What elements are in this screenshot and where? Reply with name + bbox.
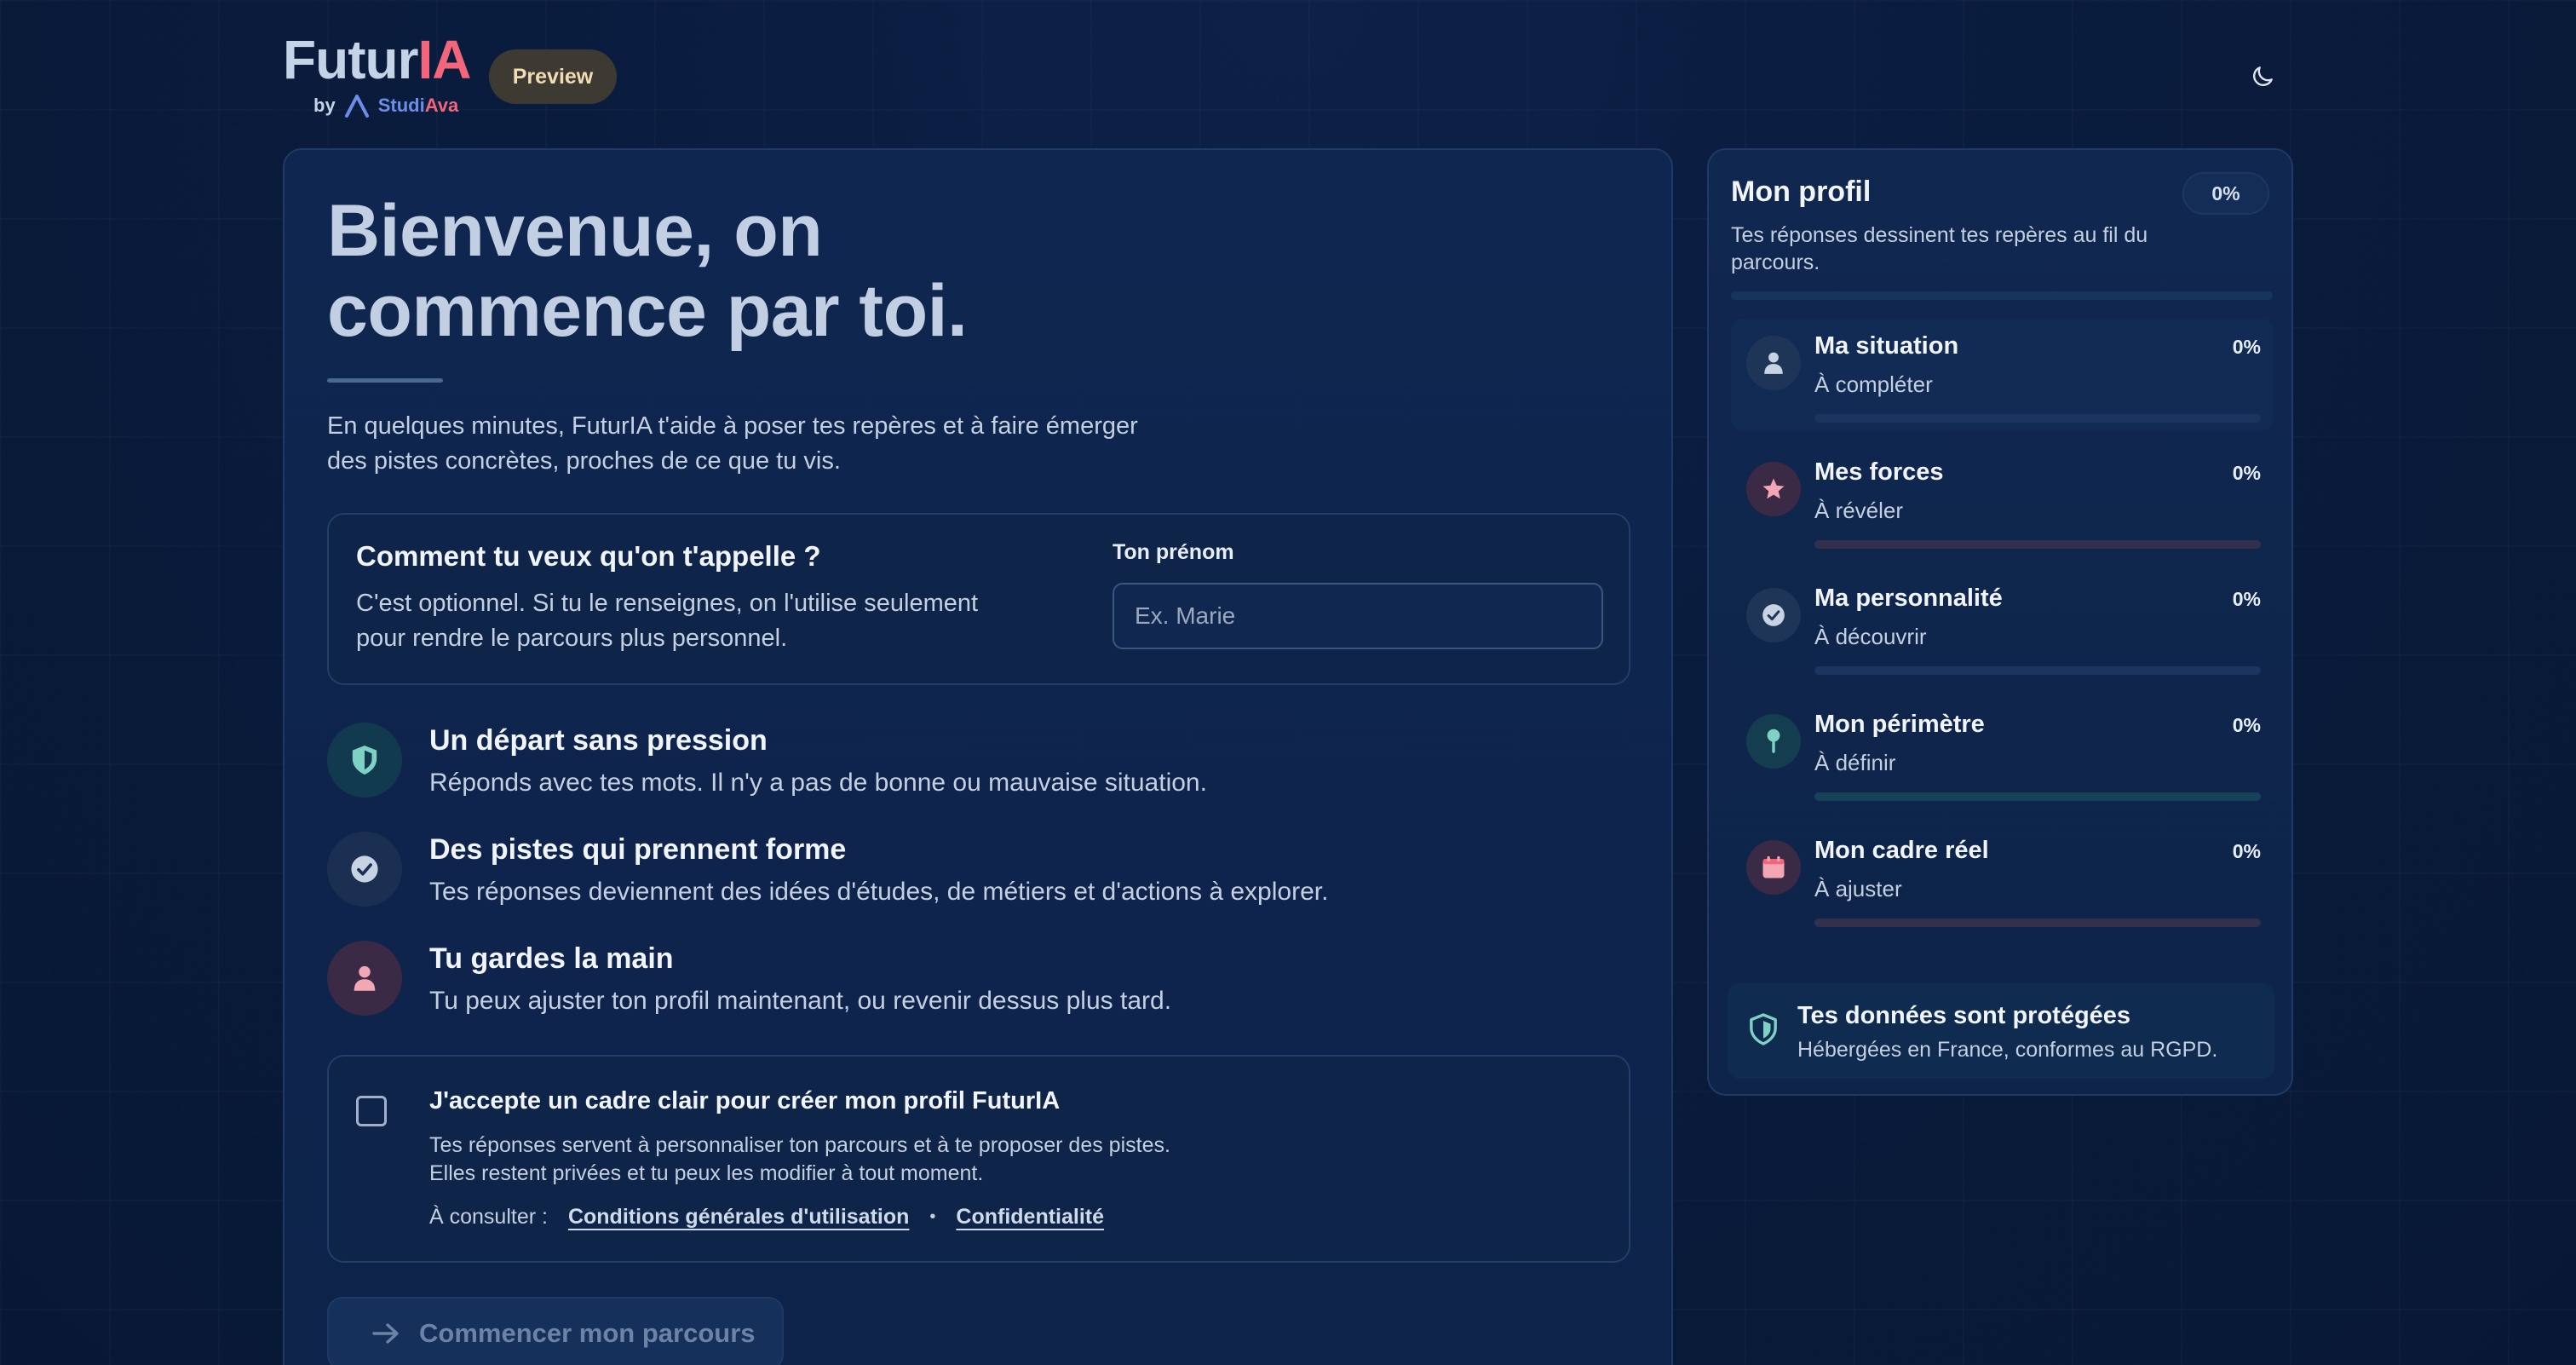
location-pin-icon [1746,714,1801,769]
feature-ideas: Des pistes qui prennent forme Tes répons… [327,832,1520,910]
user-icon [327,941,402,1016]
logo-text-ia: IA [417,29,472,90]
studiava-logo-icon [344,95,369,118]
star-icon [1746,462,1801,516]
futuria-logo[interactable]: FuturIA by StudiAva [283,29,472,118]
consent-section: J'accepte un cadre clair pour créer mon … [327,1055,1630,1263]
check-circle-icon [1746,588,1801,642]
profile-item-percent: 0% [2232,336,2261,358]
profile-overall-progress [1731,291,2273,300]
shield-icon [327,723,402,798]
name-section: Comment tu veux qu'on t'appelle ? C'est … [327,513,1630,685]
check-circle-icon [327,832,402,907]
profile-overall-percent: 0% [2182,172,2269,215]
first-name-input[interactable] [1113,583,1603,649]
user-icon [1746,336,1801,390]
profile-item-percent: 0% [2232,840,2261,862]
profile-item-personality[interactable]: Ma personnalité À découvrir 0% [1731,571,2273,683]
profile-item-progress [1814,414,2261,423]
profile-item-progress [1814,919,2261,927]
link-separator: • [929,1207,936,1226]
hero-subtitle: En quelques minutes, FuturIA t'aide à po… [327,412,1138,475]
profile-item-perimeter[interactable]: Mon périmètre À définir 0% [1731,697,2273,809]
data-protection-notice: Tes données sont protégées Hébergées en … [1728,983,2274,1079]
name-description: C'est optionnel. Si tu le renseignes, on… [356,590,979,652]
profile-subtitle: Tes réponses dessinent tes repères au fi… [1731,223,2148,274]
profile-item-percent: 0% [2232,462,2261,484]
profile-item-progress [1814,540,2261,549]
consent-links: À consulter : Conditions générales d'uti… [429,1205,1104,1230]
profile-item-title: Ma situation [1814,332,1959,360]
preview-badge: Preview [489,49,617,104]
moon-icon [2253,66,2273,86]
consent-title: J'accepte un cadre clair pour créer mon … [429,1087,1061,1114]
consent-text: Tes réponses servent à personnaliser ton… [429,1133,1170,1185]
profile-item-progress [1814,792,2261,801]
profile-item-percent: 0% [2232,588,2261,610]
profile-title: Mon profil [1731,176,1872,208]
logo-byline: by StudiAva [313,94,458,118]
feature-title: Tu gardes la main [429,942,674,975]
title-divider [327,378,443,383]
profile-item-status: À ajuster [1814,876,1902,901]
profile-item-percent: 0% [2232,714,2261,736]
links-prefix: À consulter : [429,1205,548,1229]
feature-no-pressure: Un départ sans pression Réponds avec tes… [327,723,1520,801]
profile-item-status: À compléter [1814,371,1933,397]
data-notice-text: Hébergées en France, conformes au RGPD. [1797,1038,2218,1062]
profile-item-progress [1814,666,2261,675]
profile-item-status: À découvrir [1814,624,1927,649]
profile-item-title: Mon périmètre [1814,711,1985,738]
arrow-right-icon [372,1323,399,1344]
feature-title: Un départ sans pression [429,724,768,757]
shield-icon [1745,1009,1782,1050]
profile-item-situation[interactable]: Ma situation À compléter 0% [1731,319,2273,431]
feature-description: Réponds avec tes mots. Il n'y a pas de b… [429,769,1207,797]
by-label: by [313,95,336,116]
profile-item-status: À définir [1814,750,1896,775]
page-title: Bienvenue, on commence par toi. [327,190,968,352]
profile-item-strengths[interactable]: Mes forces À révéler 0% [1731,445,2273,557]
calendar-icon [1746,840,1801,895]
profile-item-title: Mon cadre réel [1814,837,1989,864]
privacy-link[interactable]: Confidentialité [956,1205,1104,1230]
profile-item-real-frame[interactable]: Mon cadre réel À ajuster 0% [1731,823,2273,936]
onboarding-card: Bienvenue, on commence par toi. En quelqu… [283,148,1673,1365]
profile-panel: Mon profil 0% Tes réponses dessinent tes… [1707,148,2293,1096]
feature-title: Des pistes qui prennent forme [429,833,847,866]
studiava-wordmark: StudiAva [377,95,459,116]
name-question: Comment tu veux qu'on t'appelle ? [356,540,821,572]
profile-item-title: Mes forces [1814,458,1944,486]
logo-text-futur: Futur [283,29,418,90]
consent-checkbox[interactable] [356,1096,387,1126]
start-button-label: Commencer mon parcours [419,1318,756,1348]
feature-control: Tu gardes la main Tu peux ajuster ton pr… [327,941,1520,1019]
data-notice-title: Tes données sont protégées [1797,1002,2131,1029]
profile-item-title: Ma personnalité [1814,585,2003,612]
theme-toggle-button[interactable] [2245,60,2280,94]
feature-description: Tu peux ajuster ton profil maintenant, o… [429,987,1172,1015]
feature-description: Tes réponses deviennent des idées d'étud… [429,878,1329,906]
terms-link[interactable]: Conditions générales d'utilisation [568,1205,909,1230]
first-name-label: Ton prénom [1113,540,1234,564]
profile-item-status: À révéler [1814,498,1904,523]
start-journey-button[interactable]: Commencer mon parcours [327,1297,784,1365]
